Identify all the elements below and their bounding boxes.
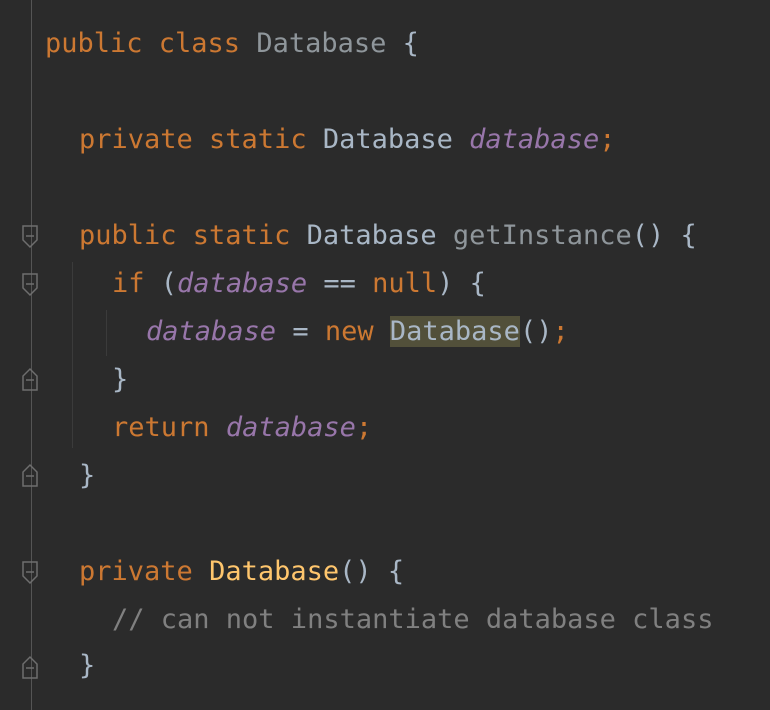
brace: } (79, 460, 96, 491)
fold-close-icon[interactable] (20, 462, 40, 488)
indent-guide (72, 262, 73, 448)
semicolon: ; (355, 412, 373, 443)
keyword: if (112, 268, 145, 299)
operator: == (323, 268, 356, 299)
keyword: public class (45, 28, 241, 59)
keyword: return (112, 412, 210, 443)
params-brace: () { (631, 220, 697, 251)
brace: { (402, 28, 419, 59)
brace: } (112, 364, 129, 395)
indent-guide (106, 310, 107, 356)
code-line-close-brace[interactable]: } (79, 452, 95, 500)
brace: } (79, 650, 96, 681)
code-line-class-declaration[interactable]: public class Database { (45, 20, 419, 68)
code-editor[interactable]: public class Database { private static D… (0, 0, 770, 710)
semicolon: ; (552, 316, 569, 347)
type-name: Database (306, 220, 437, 251)
code-line-constructor-declaration[interactable]: private Database() { (79, 548, 404, 596)
parens: () (519, 316, 553, 347)
constructor-name: Database (209, 556, 340, 587)
field-name: database (469, 124, 600, 155)
params-brace: () { (339, 556, 405, 587)
null-literal: null (372, 268, 438, 299)
code-line-field-declaration[interactable]: private static Database database; (79, 116, 615, 164)
comment: // can not instantiate database class (112, 604, 714, 635)
fold-open-icon[interactable] (20, 272, 40, 298)
fold-open-icon[interactable] (20, 224, 40, 250)
keyword: private (79, 556, 193, 587)
paren-brace: ) { (437, 268, 486, 299)
field-name: database (225, 412, 356, 443)
code-line-method-declaration[interactable]: public static Database getInstance() { (79, 212, 697, 260)
code-line-assignment[interactable]: database = new Database(); (146, 308, 569, 356)
field-name: database (177, 268, 308, 299)
type-name: Database (322, 124, 453, 155)
code-line-comment[interactable]: // can not instantiate database class (112, 596, 713, 644)
code-line-close-brace[interactable]: } (112, 356, 128, 404)
paren: ( (160, 268, 178, 299)
gutter-line (31, 0, 32, 710)
code-line-close-brace[interactable]: } (79, 642, 95, 690)
class-name: Database (256, 28, 387, 59)
fold-close-icon[interactable] (20, 654, 40, 680)
method-name: getInstance (452, 220, 632, 251)
code-line-return[interactable]: return database; (112, 404, 372, 452)
keyword: new (324, 316, 374, 347)
highlighted-constructor-call[interactable]: Database (389, 316, 520, 347)
field-name: database (146, 316, 277, 347)
fold-open-icon[interactable] (20, 560, 40, 586)
fold-close-icon[interactable] (20, 366, 40, 392)
keyword: private static (79, 124, 307, 155)
semicolon: ; (599, 124, 616, 155)
code-line-if-statement[interactable]: if (database == null) { (112, 260, 486, 308)
keyword: public static (79, 220, 291, 251)
operator: = (292, 316, 309, 347)
